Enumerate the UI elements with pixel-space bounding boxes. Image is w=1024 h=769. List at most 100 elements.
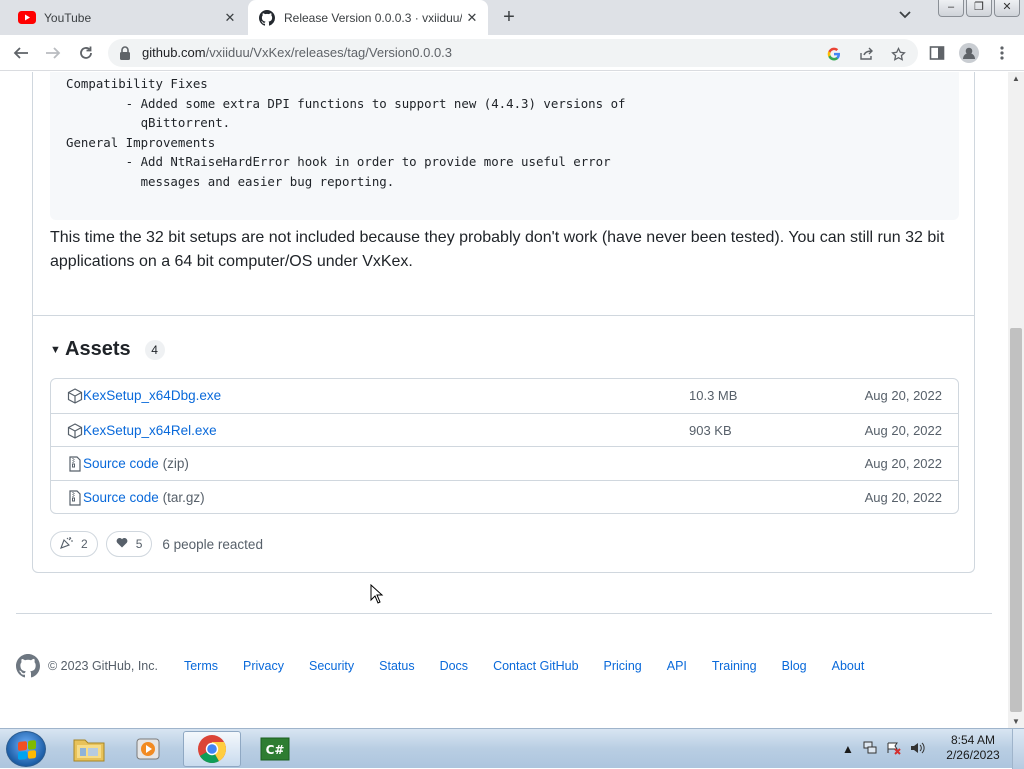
- folder-icon: [73, 739, 105, 762]
- footer-link-pricing[interactable]: Pricing: [604, 659, 642, 673]
- menu-kebab-icon[interactable]: [991, 42, 1013, 64]
- taskbar-media-player[interactable]: [120, 731, 178, 767]
- asset-size: 10.3 MB: [689, 388, 738, 403]
- close-tab-icon[interactable]: ✕: [462, 8, 482, 28]
- bookmark-star-icon[interactable]: [888, 44, 908, 64]
- asset-size: 903 KB: [689, 422, 732, 438]
- footer-link-training[interactable]: Training: [712, 659, 757, 673]
- system-tray: ▲: [842, 729, 926, 769]
- asset-name[interactable]: KexSetup_x64Rel.exe: [83, 423, 217, 438]
- google-icon[interactable]: [824, 44, 844, 64]
- csharp-icon: C#: [260, 737, 290, 761]
- asset-date: Aug 20, 2022: [864, 388, 942, 403]
- youtube-icon: [18, 9, 36, 27]
- taskbar-chrome[interactable]: [183, 731, 241, 767]
- asset-date: Aug 20, 2022: [864, 489, 942, 505]
- minimize-icon[interactable]: –: [938, 0, 964, 17]
- tab-youtube[interactable]: YouTube ✕: [10, 0, 246, 35]
- url-path: /vxiiduu/VxKex/releases/tag/Version0.0.0…: [205, 45, 453, 60]
- taskbar-clock[interactable]: 8:54 AM 2/26/2023: [940, 733, 1006, 763]
- reload-icon[interactable]: [75, 42, 97, 64]
- tab-github-release[interactable]: Release Version 0.0.0.3 · vxiiduu/ ✕: [248, 0, 488, 35]
- footer-link-docs[interactable]: Docs: [440, 659, 468, 673]
- asset-name[interactable]: Source code: [83, 490, 159, 505]
- new-tab-button[interactable]: +: [498, 6, 520, 28]
- forward-icon[interactable]: [42, 42, 64, 64]
- asset-name[interactable]: Source code: [83, 456, 159, 471]
- side-panel-icon[interactable]: [926, 42, 948, 64]
- footer-link-terms[interactable]: Terms: [184, 659, 218, 673]
- action-center-icon[interactable]: [886, 741, 902, 758]
- back-icon[interactable]: [10, 42, 32, 64]
- scroll-up-icon[interactable]: ▲: [1012, 74, 1020, 83]
- url-text: github.com/vxiiduu/VxKex/releases/tag/Ve…: [142, 45, 452, 60]
- footer-link-blog[interactable]: Blog: [782, 659, 807, 673]
- asset-row: Source code (tar.gz) Aug 20, 2022: [51, 479, 958, 514]
- asset-date: Aug 20, 2022: [864, 456, 942, 471]
- tada-icon: [60, 536, 73, 552]
- divider: [33, 315, 974, 316]
- windows-logo-icon: [18, 740, 36, 760]
- network-icon[interactable]: [862, 741, 878, 758]
- reaction-tada-button[interactable]: 2: [50, 531, 98, 557]
- asset-row: Source code (zip) Aug 20, 2022: [51, 446, 958, 480]
- footer-link-api[interactable]: API: [667, 659, 687, 673]
- close-window-icon[interactable]: ✕: [994, 0, 1020, 17]
- footer-divider: [16, 613, 992, 614]
- tab-search-chevron-icon[interactable]: [896, 8, 914, 26]
- assets-list: KexSetup_x64Dbg.exe 10.3 MB Aug 20, 2022…: [50, 378, 959, 514]
- tray-overflow-icon[interactable]: ▲: [842, 742, 854, 756]
- asset-name[interactable]: KexSetup_x64Dbg.exe: [83, 388, 221, 403]
- mouse-cursor-icon: [370, 583, 384, 604]
- asset-link[interactable]: KexSetup_x64Rel.exe: [83, 423, 217, 438]
- taskbar-explorer[interactable]: [60, 731, 118, 767]
- maximize-icon[interactable]: ❐: [966, 0, 992, 17]
- tab-title: Release Version 0.0.0.3 · vxiiduu/: [284, 10, 462, 25]
- github-icon: [258, 9, 276, 27]
- asset-link[interactable]: Source code (zip): [83, 456, 189, 471]
- asset-extension[interactable]: (tar.gz): [163, 490, 205, 505]
- reaction-count: 2: [81, 537, 88, 551]
- release-notes-code: Compatibility Fixes - Added some extra D…: [50, 72, 959, 220]
- profile-avatar-icon[interactable]: [958, 42, 980, 64]
- release-card: Compatibility Fixes - Added some extra D…: [32, 72, 975, 573]
- share-icon[interactable]: [856, 44, 876, 64]
- tab-strip: YouTube ✕ Release Version 0.0.0.3 · vxii…: [0, 0, 1024, 35]
- footer-link-security[interactable]: Security: [309, 659, 354, 673]
- page-scrollbar[interactable]: ▲ ▼: [1008, 72, 1024, 728]
- footer-link-privacy[interactable]: Privacy: [243, 659, 284, 673]
- asset-link[interactable]: KexSetup_x64Dbg.exe: [83, 388, 221, 403]
- chrome-icon: [198, 735, 226, 763]
- browser-toolbar: github.com/vxiiduu/VxKex/releases/tag/Ve…: [0, 35, 1024, 71]
- scrollbar-thumb[interactable]: [1010, 328, 1022, 712]
- asset-link[interactable]: Source code (tar.gz): [83, 490, 205, 505]
- asset-row: KexSetup_x64Rel.exe 903 KB Aug 20, 2022: [51, 412, 958, 447]
- lock-icon[interactable]: [118, 45, 134, 61]
- address-bar[interactable]: github.com/vxiiduu/VxKex/releases/tag/Ve…: [108, 39, 918, 67]
- page-content: Compatibility Fixes - Added some extra D…: [0, 72, 1008, 728]
- clock-time: 8:54 AM: [950, 733, 996, 747]
- reaction-count: 5: [135, 537, 143, 551]
- assets-count-badge: 4: [144, 339, 165, 360]
- clock-date: 2/26/2023: [946, 748, 1000, 762]
- footer-link-contact[interactable]: Contact GitHub: [493, 659, 578, 673]
- reaction-heart-button[interactable]: 5: [105, 531, 153, 557]
- file-zip-icon: [67, 489, 83, 506]
- heart-icon: [116, 537, 128, 551]
- taskbar: C# ▲ 8:54 AM 2/26/2023: [0, 728, 1024, 769]
- taskbar-csharp-app[interactable]: C#: [246, 731, 304, 767]
- show-desktop-button[interactable]: [1012, 729, 1024, 769]
- start-button[interactable]: [6, 731, 46, 767]
- footer-link-about[interactable]: About: [832, 659, 865, 673]
- footer-link-status[interactable]: Status: [379, 659, 414, 673]
- scroll-down-icon[interactable]: ▼: [1012, 717, 1020, 726]
- assets-summary[interactable]: ▼ Assets 4: [50, 338, 165, 361]
- media-player-icon: [136, 738, 160, 760]
- url-host: github.com: [142, 45, 206, 60]
- asset-extension[interactable]: (zip): [163, 456, 189, 471]
- window-controls: – ❐ ✕: [938, 0, 1020, 17]
- close-tab-icon[interactable]: ✕: [220, 8, 240, 28]
- volume-icon[interactable]: [910, 741, 926, 758]
- github-logo-icon[interactable]: [16, 654, 40, 678]
- reactions-summary: 6 people reacted: [162, 536, 263, 552]
